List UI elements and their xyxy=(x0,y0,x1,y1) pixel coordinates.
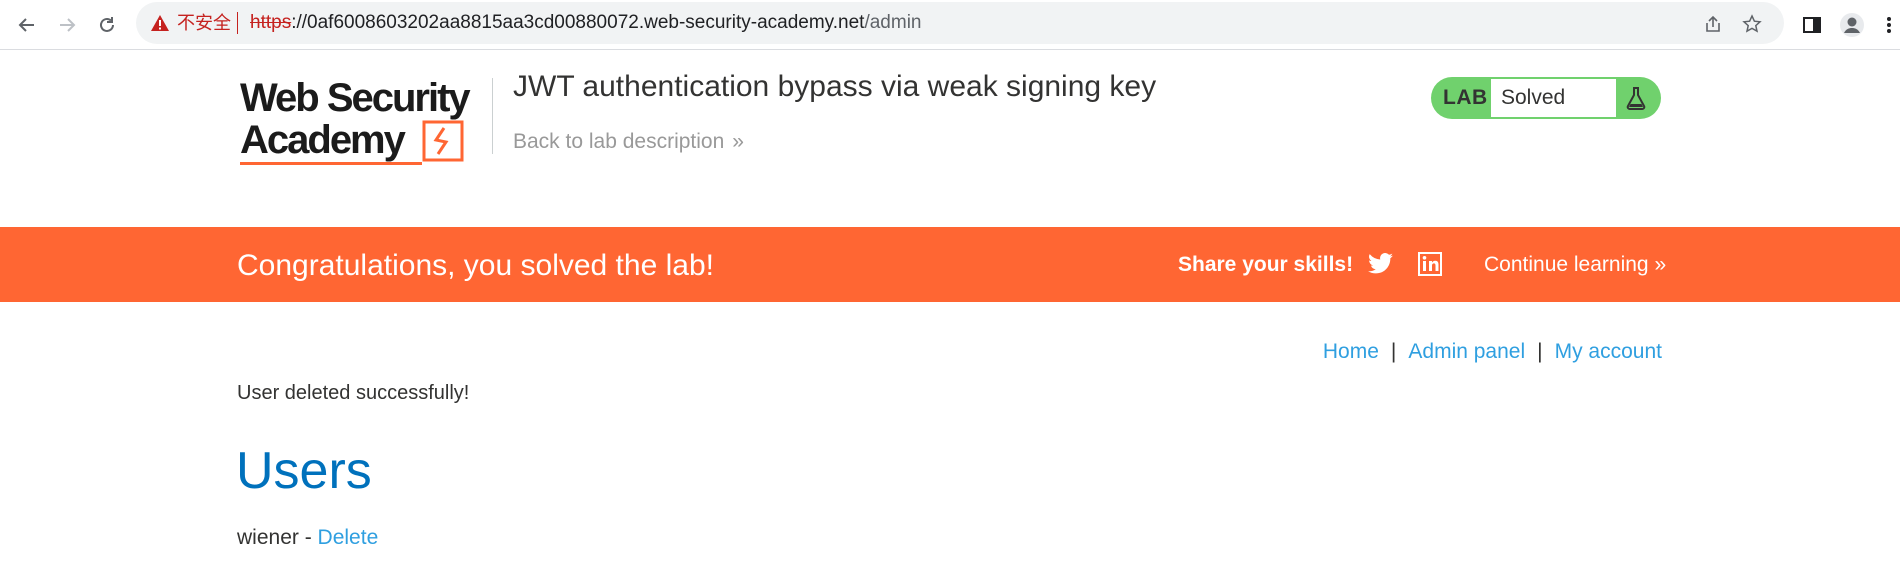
logo-text-line2: Academy xyxy=(240,118,406,162)
home-link[interactable]: Home xyxy=(1323,340,1379,363)
nav-separator: | xyxy=(1537,340,1543,363)
username: wiener xyxy=(237,526,299,549)
double-chevron-right-icon: » xyxy=(1648,253,1667,276)
continue-learning-link[interactable]: Continue learning » xyxy=(1484,253,1666,277)
banner-message: Congratulations, you solved the lab! xyxy=(237,249,714,282)
back-to-lab-description-link[interactable]: Back to lab description » xyxy=(513,130,744,154)
url-text[interactable]: https://0af6008603202aa8815aa3cd00880072… xyxy=(250,13,921,33)
flask-icon xyxy=(1626,87,1646,110)
logo-underline xyxy=(240,162,422,165)
web-security-academy-logo[interactable]: Web Security Academy xyxy=(240,78,490,168)
back-icon[interactable] xyxy=(12,10,42,40)
delete-user-link[interactable]: Delete xyxy=(318,526,379,549)
url-path: /admin xyxy=(864,12,922,33)
user-row-separator: - xyxy=(298,526,318,549)
lab-status-text: Solved xyxy=(1501,86,1566,109)
back-link-label: Back to lab description xyxy=(513,130,725,153)
url-scheme: https xyxy=(250,12,292,33)
twitter-icon[interactable] xyxy=(1367,250,1395,278)
side-panel-icon[interactable] xyxy=(1797,10,1827,40)
share-skills-label: Share your skills! xyxy=(1178,253,1354,276)
top-navigation: Home | Admin panel | My account xyxy=(1323,340,1662,364)
warning-icon[interactable] xyxy=(150,13,170,33)
lab-status-badge: LAB Solved xyxy=(1431,77,1661,119)
omnibox-divider xyxy=(237,12,238,34)
congratulations-banner: Congratulations, you solved the lab! Sha… xyxy=(0,227,1900,302)
lab-status-box: Solved xyxy=(1491,79,1616,117)
reload-icon[interactable] xyxy=(92,10,122,40)
admin-panel-link[interactable]: Admin panel xyxy=(1408,340,1525,363)
nav-separator: | xyxy=(1390,340,1397,363)
star-icon[interactable] xyxy=(1740,12,1764,36)
browser-toolbar: 不安全 https://0af6008603202aa8815aa3cd0088… xyxy=(0,0,1900,50)
lab-title: JWT authentication bypass via weak signi… xyxy=(513,70,1157,103)
insecure-label[interactable]: 不安全 xyxy=(177,13,231,33)
my-account-link[interactable]: My account xyxy=(1555,340,1662,363)
menu-icon[interactable] xyxy=(1874,10,1900,40)
lab-badge-label: LAB xyxy=(1443,86,1488,109)
header-divider xyxy=(492,78,493,154)
user-row: wiener - Delete xyxy=(237,526,378,550)
continue-learning-label: Continue learning xyxy=(1484,253,1649,276)
status-message: User deleted successfully! xyxy=(237,382,470,404)
users-heading: Users xyxy=(236,442,372,500)
double-chevron-right-icon: » xyxy=(732,130,744,153)
logo-bolt-icon xyxy=(422,120,464,162)
linkedin-icon[interactable] xyxy=(1416,250,1444,278)
forward-icon[interactable] xyxy=(52,10,82,40)
url-host: ://0af6008603202aa8815aa3cd00880072.web-… xyxy=(291,12,865,33)
address-bar[interactable]: 不安全 https://0af6008603202aa8815aa3cd0088… xyxy=(136,2,1784,44)
share-icon[interactable] xyxy=(1701,12,1725,36)
profile-icon[interactable] xyxy=(1837,10,1867,40)
logo-text-line1: Web Security xyxy=(240,76,471,120)
